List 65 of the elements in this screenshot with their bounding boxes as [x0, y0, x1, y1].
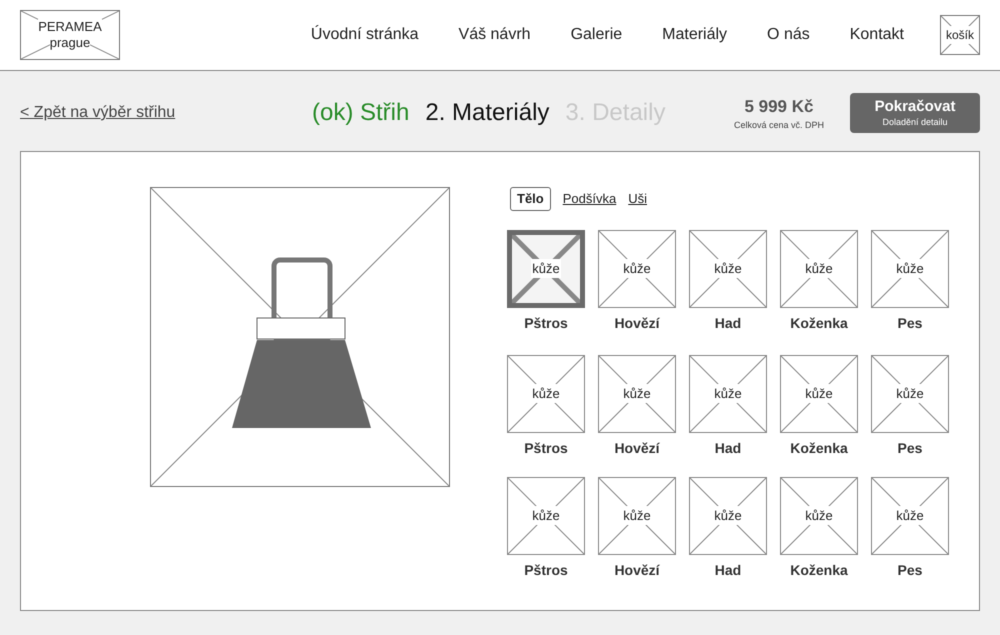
nav-link[interactable]: Kontakt: [850, 23, 904, 47]
material-name: Hovězí: [614, 560, 660, 580]
swatch-label: kůže: [804, 384, 834, 404]
logo-placeholder[interactable]: PERAMEA prague: [20, 10, 120, 60]
material-name: Hovězí: [614, 314, 660, 332]
material-name: Koženka: [790, 438, 848, 458]
material-name: Pes: [898, 314, 922, 332]
material-swatch[interactable]: kůže: [507, 230, 585, 308]
swatch-label: kůže: [531, 506, 561, 526]
material-swatch[interactable]: kůže: [507, 354, 585, 432]
material-swatch[interactable]: kůže: [689, 354, 767, 432]
material-swatch[interactable]: kůže: [598, 354, 676, 432]
cart-placeholder[interactable]: košík: [940, 15, 980, 55]
material-name: Had: [714, 314, 742, 332]
material-swatch[interactable]: kůže: [780, 230, 858, 308]
swatch-label: kůže: [622, 506, 652, 526]
back-link[interactable]: < Zpět na výběr střihu: [20, 101, 300, 125]
material-swatch[interactable]: kůže: [871, 230, 949, 308]
material-name: Koženka: [790, 314, 848, 332]
material-swatch[interactable]: kůže: [871, 476, 949, 554]
cart-label: košík: [946, 26, 974, 44]
continue-button[interactable]: Pokračovat Doladění detailu: [850, 93, 980, 133]
step-label: (ok) Střih: [312, 98, 410, 128]
step-label: 2. Materiály: [425, 98, 550, 128]
swatch-label: kůže: [713, 506, 743, 526]
material-name: Pes: [898, 560, 922, 580]
nav-link[interactable]: O nás: [767, 23, 810, 47]
material-swatch[interactable]: kůže: [689, 230, 767, 308]
nav-link[interactable]: Materiály: [662, 23, 728, 47]
swatch-label: kůže: [804, 506, 834, 526]
material-name: Had: [714, 438, 742, 458]
nav-link[interactable]: Váš návrh: [458, 23, 531, 47]
swatch-label: kůže: [804, 258, 834, 278]
swatch-label: kůže: [713, 258, 743, 278]
nav-link[interactable]: Úvodní stránka: [310, 23, 419, 47]
swatch-label: kůže: [713, 384, 743, 404]
swatch-label: kůže: [622, 258, 652, 278]
material-name: Pštros: [524, 438, 568, 458]
material-name: Koženka: [790, 560, 848, 580]
swatch-label: kůže: [895, 384, 925, 404]
material-tab[interactable]: Tělo: [510, 187, 551, 210]
swatch-label: kůže: [895, 506, 925, 526]
logo-text: PERAMEA: [38, 19, 102, 35]
material-swatch[interactable]: kůže: [871, 354, 949, 432]
material-name: Pštros: [524, 314, 568, 332]
material-swatch[interactable]: kůže: [780, 476, 858, 554]
material-name: Hovězí: [614, 438, 660, 458]
price-amount: 5 999 Kč: [744, 96, 814, 118]
material-swatch[interactable]: kůže: [780, 354, 858, 432]
price-note: Celková cena vč. DPH: [734, 119, 824, 132]
material-tab[interactable]: Podšívka: [562, 188, 616, 210]
swatch-label: kůže: [895, 258, 925, 278]
swatch-label: kůže: [622, 384, 652, 404]
material-swatch[interactable]: kůže: [598, 230, 676, 308]
swatch-label: kůže: [531, 258, 561, 278]
material-swatch[interactable]: kůže: [598, 476, 676, 554]
nav-link[interactable]: Galerie: [570, 23, 622, 47]
material-name: Pštros: [524, 560, 568, 580]
material-swatch[interactable]: kůže: [689, 476, 767, 554]
swatch-label: kůže: [531, 384, 561, 404]
logo-subtitle: prague: [50, 35, 90, 51]
material-tab[interactable]: Uši: [628, 188, 647, 210]
material-name: Had: [714, 560, 742, 580]
material-name: Pes: [898, 438, 922, 458]
material-swatch[interactable]: kůže: [507, 476, 585, 554]
